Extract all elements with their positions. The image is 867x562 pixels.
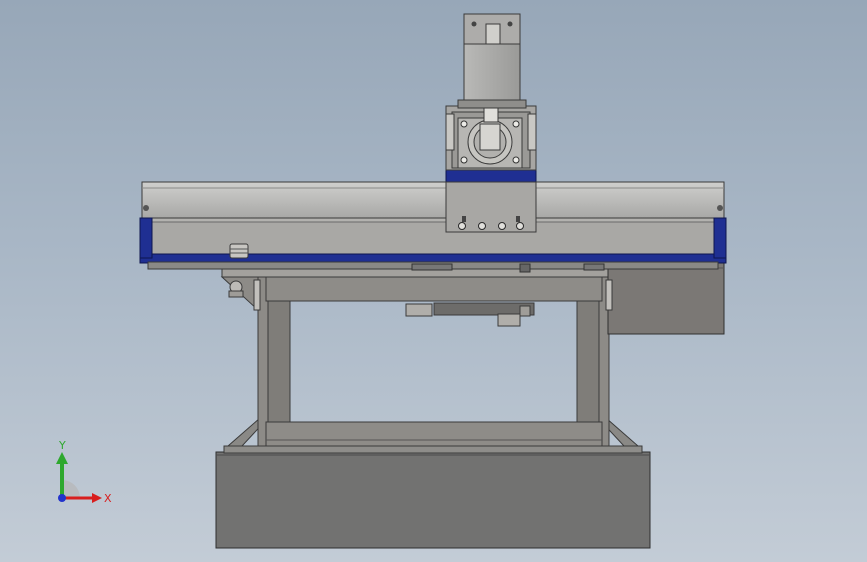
graphics-viewport[interactable]: Y X: [0, 0, 867, 562]
linear-rail-beam: [139, 181, 727, 273]
carriage-block: [445, 169, 537, 233]
base-enclosure: [215, 445, 651, 549]
servo-motor: [457, 13, 527, 109]
under-plate-brackets: [405, 302, 535, 327]
motor-mount: [445, 105, 537, 171]
coordinate-triad: Y X: [56, 439, 112, 505]
support-frame: [220, 267, 648, 447]
x-axis-arrowhead: [92, 493, 102, 503]
z-axis-dot: [58, 494, 66, 502]
cad-assembly-front-view[interactable]: [0, 0, 867, 562]
side-cabinet: [607, 261, 725, 335]
y-axis-label: Y: [58, 439, 66, 452]
y-axis-arrowhead: [56, 452, 68, 464]
x-axis-label: X: [104, 492, 112, 505]
